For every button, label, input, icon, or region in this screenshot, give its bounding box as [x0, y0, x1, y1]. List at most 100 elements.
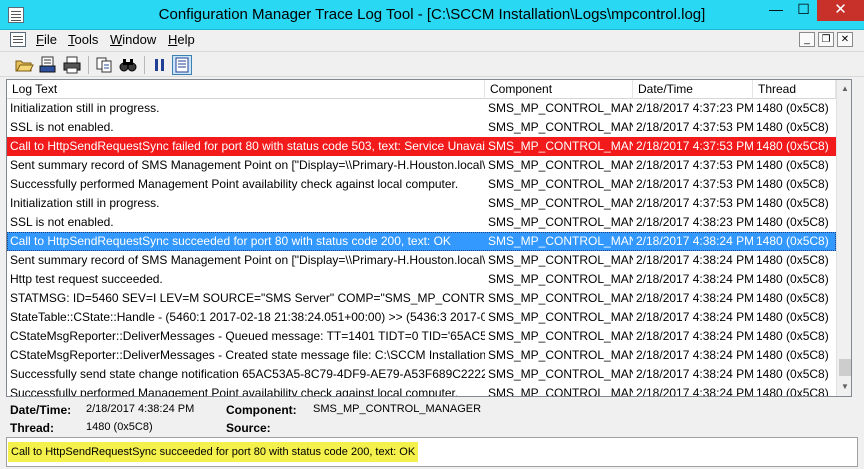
log-row[interactable]: Successfully send state change notificat… — [7, 365, 836, 384]
mdi-restore-button[interactable]: ❐ — [818, 32, 834, 47]
log-list[interactable]: Log Text Component Date/Time Thread Init… — [6, 79, 852, 397]
log-text-cell: Successfully performed Management Point … — [10, 177, 459, 191]
thread-cell: 1480 (0x5C8) — [756, 177, 829, 191]
scroll-down-icon[interactable]: ▼ — [837, 378, 851, 395]
component-cell: SMS_MP_CONTROL_MANAGER — [488, 348, 633, 362]
datetime-cell: 2/18/2017 4:38:24 PM — [636, 272, 753, 286]
menu-file-mnemonic: F — [36, 32, 44, 47]
column-headers: Log Text Component Date/Time Thread — [7, 80, 836, 99]
maximize-button[interactable]: ☐ — [790, 0, 817, 21]
menu-window-label: indow — [122, 32, 157, 47]
column-header-log-text[interactable]: Log Text — [7, 80, 485, 99]
toolbar — [0, 51, 864, 77]
column-header-datetime[interactable]: Date/Time — [633, 80, 753, 99]
open-folder-icon[interactable] — [14, 55, 34, 75]
thread-cell: 1480 (0x5C8) — [756, 367, 829, 381]
component-cell: SMS_MP_CONTROL_MANAGER — [488, 291, 633, 305]
log-row[interactable]: CStateMsgReporter::DeliverMessages - Cre… — [7, 346, 836, 365]
log-text-cell: Sent summary record of SMS Management Po… — [10, 253, 485, 267]
datetime-cell: 2/18/2017 4:37:53 PM — [636, 139, 753, 153]
mdi-close-button[interactable]: ✕ — [837, 32, 853, 47]
menu-file-label: ile — [43, 32, 57, 47]
log-text-cell: Call to HttpSendRequestSync failed for p… — [10, 139, 485, 153]
log-row-selected[interactable]: Call to HttpSendRequestSync succeeded fo… — [7, 232, 836, 251]
thread-cell: 1480 (0x5C8) — [756, 329, 829, 343]
log-row[interactable]: Sent summary record of SMS Management Po… — [7, 251, 836, 270]
component-cell: SMS_MP_CONTROL_MANAGER — [488, 272, 633, 286]
pause-icon[interactable] — [150, 55, 170, 75]
menu-help-label: elp — [177, 32, 195, 47]
message-text-box[interactable]: Call to HttpSendRequestSync succeeded fo… — [6, 437, 858, 467]
log-text-cell: CStateMsgReporter::DeliverMessages - Que… — [10, 329, 485, 343]
print-icon[interactable] — [62, 55, 82, 75]
log-row[interactable]: Initialization still in progress. SMS_MP_… — [7, 99, 836, 118]
log-row[interactable]: STATMSG: ID=5460 SEV=I LEV=M SOURCE="SMS… — [7, 289, 836, 308]
thread-cell: 1480 (0x5C8) — [756, 215, 829, 229]
document-icon[interactable] — [10, 32, 26, 47]
thread-cell: 1480 (0x5C8) — [756, 348, 829, 362]
print-preview-icon[interactable] — [38, 55, 58, 75]
log-row[interactable]: StateTable::CState::Handle - (5460:1 201… — [7, 308, 836, 327]
log-row[interactable]: Sent summary record of SMS Management Po… — [7, 156, 836, 175]
datetime-cell: 2/18/2017 4:37:23 PM — [636, 101, 753, 115]
scroll-thumb[interactable] — [839, 359, 851, 376]
menu-file[interactable]: File — [36, 32, 57, 47]
log-text-cell: Http test request succeeded. — [10, 272, 163, 286]
thread-cell: 1480 (0x5C8) — [756, 234, 829, 248]
menu-window-mnemonic: W — [110, 32, 123, 47]
log-row[interactable]: Successfully performed Management Point … — [7, 175, 836, 194]
component-cell: SMS_MP_CONTROL_MANAGER — [488, 120, 633, 134]
thread-cell: 1480 (0x5C8) — [756, 139, 829, 153]
find-icon[interactable] — [118, 55, 138, 75]
datetime-cell: 2/18/2017 4:38:24 PM — [636, 367, 753, 381]
datetime-cell: 2/18/2017 4:37:53 PM — [636, 177, 753, 191]
menu-window[interactable]: Window — [110, 32, 156, 47]
component-cell: SMS_MP_CONTROL_MANAGER — [488, 139, 633, 153]
menu-help[interactable]: Help — [168, 32, 195, 47]
column-header-component[interactable]: Component — [485, 80, 633, 99]
datetime-label: Date/Time: — [10, 403, 72, 417]
thread-cell: 1480 (0x5C8) — [756, 291, 829, 305]
datetime-value: 2/18/2017 4:38:24 PM — [86, 403, 195, 415]
thread-value: 1480 (0x5C8) — [86, 421, 153, 433]
log-row[interactable]: Initialization still in progress. SMS_MP_… — [7, 194, 836, 213]
vertical-scrollbar[interactable]: ▲ ▼ — [836, 80, 851, 396]
datetime-cell: 2/18/2017 4:37:53 PM — [636, 120, 753, 134]
minimize-button[interactable]: — — [762, 0, 790, 21]
component-cell: SMS_MP_CONTROL_MANAGER — [488, 158, 633, 172]
component-value: SMS_MP_CONTROL_MANAGER — [313, 403, 482, 415]
datetime-cell: 2/18/2017 4:38:24 PM — [636, 253, 753, 267]
log-text-cell: Call to HttpSendRequestSync succeeded fo… — [10, 234, 451, 248]
log-text-cell: SSL is not enabled. — [10, 215, 114, 229]
log-row[interactable]: CStateMsgReporter::DeliverMessages - Que… — [7, 327, 836, 346]
toolbar-separator — [88, 56, 89, 74]
log-text-cell: Sent summary record of SMS Management Po… — [10, 158, 485, 172]
thread-cell: 1480 (0x5C8) — [756, 310, 829, 324]
log-row[interactable]: SSL is not enabled. SMS_MP_CONTROL_MANAGE… — [7, 118, 836, 137]
component-label: Component: — [226, 403, 297, 417]
scroll-up-icon[interactable]: ▲ — [837, 80, 851, 97]
log-text-cell: Initialization still in progress. — [10, 101, 160, 115]
menu-bar: File Tools Window Help _ ❐ ✕ — [0, 30, 864, 50]
log-row[interactable]: Http test request succeeded. SMS_MP_CONTR… — [7, 270, 836, 289]
datetime-cell: 2/18/2017 4:38:24 PM — [636, 234, 753, 248]
log-row[interactable]: Successfully performed Management Point … — [7, 384, 836, 397]
log-text-cell: CStateMsgReporter::DeliverMessages - Cre… — [10, 348, 485, 362]
log-row[interactable]: SSL is not enabled. SMS_MP_CONTROL_MANAGE… — [7, 213, 836, 232]
details-pane: Date/Time: 2/18/2017 4:38:24 PM Componen… — [6, 398, 858, 436]
datetime-cell: 2/18/2017 4:38:24 PM — [636, 386, 753, 397]
datetime-cell: 2/18/2017 4:38:24 PM — [636, 329, 753, 343]
log-row-error[interactable]: Call to HttpSendRequestSync failed for p… — [7, 137, 836, 156]
mdi-minimize-button[interactable]: _ — [799, 32, 815, 47]
copy-icon[interactable] — [94, 55, 114, 75]
component-cell: SMS_MP_CONTROL_MANAGER — [488, 234, 633, 248]
thread-cell: 1480 (0x5C8) — [756, 272, 829, 286]
highlight-icon[interactable] — [172, 55, 192, 75]
close-button[interactable]: ✕ — [817, 0, 864, 21]
title-bar: Configuration Manager Trace Log Tool - [… — [0, 0, 864, 30]
component-cell: SMS_MP_CONTROL_MANAGER — [488, 101, 633, 115]
menu-tools[interactable]: Tools — [68, 32, 98, 47]
datetime-cell: 2/18/2017 4:38:24 PM — [636, 291, 753, 305]
column-header-thread[interactable]: Thread — [753, 80, 836, 99]
datetime-cell: 2/18/2017 4:37:53 PM — [636, 158, 753, 172]
